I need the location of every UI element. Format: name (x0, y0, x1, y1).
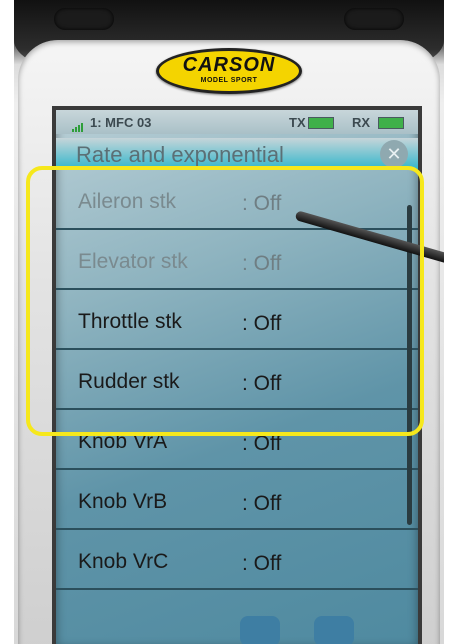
close-icon[interactable]: ✕ (380, 140, 408, 168)
page-title: Rate and exponential (76, 142, 284, 167)
item-label: Knob VrC (78, 550, 169, 573)
brand-logo: CARSON MODEL SPORT (156, 48, 302, 94)
item-value: : Off (242, 492, 282, 515)
menu-button[interactable] (314, 616, 354, 644)
brand-tagline: MODEL SPORT (200, 77, 258, 84)
brand-name: CARSON (182, 54, 276, 76)
battery-icon (308, 117, 334, 129)
bottom-button-strip (14, 610, 444, 644)
home-button[interactable] (240, 616, 280, 644)
list-item[interactable]: Knob VrB : Off (56, 470, 418, 530)
model-label: 1: MFC 03 (90, 115, 152, 130)
signal-bars-icon (72, 117, 84, 132)
list-item[interactable]: Knob VrC : Off (56, 530, 418, 590)
left-grip (54, 8, 114, 30)
status-bar: 1: MFC 03 TX RX (56, 110, 418, 134)
rx-label: RX (352, 115, 371, 130)
tx-label: TX (289, 115, 306, 130)
item-label: Knob VrB (78, 490, 168, 513)
right-grip (344, 8, 404, 30)
item-value: : Off (242, 552, 282, 575)
highlight-box (26, 166, 424, 436)
battery-icon (378, 117, 404, 129)
